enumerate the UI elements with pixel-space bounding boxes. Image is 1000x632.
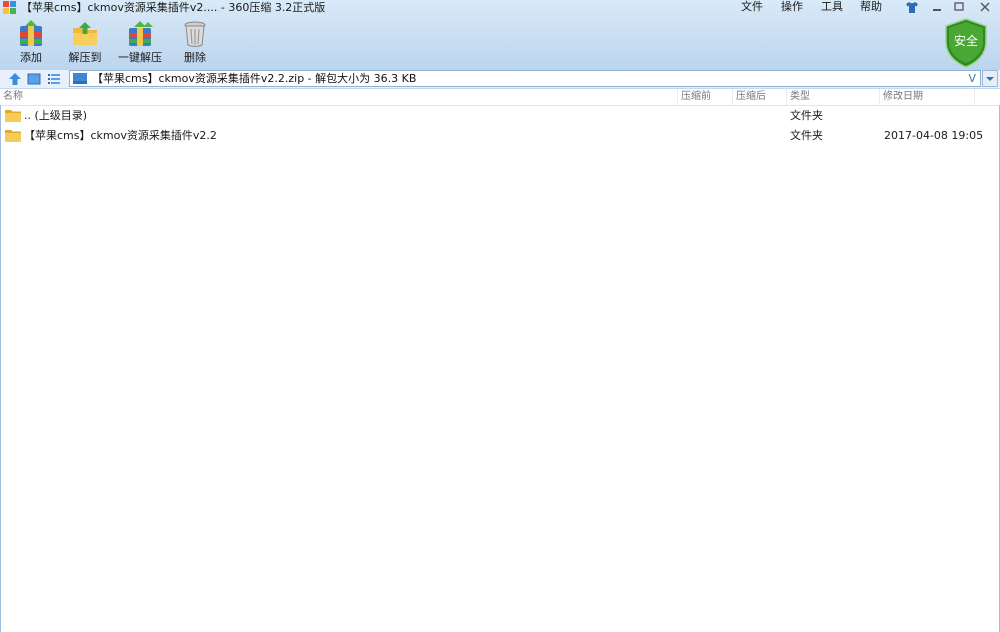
window-border-left: [0, 105, 1, 632]
title-bar: 【苹果cms】ckmov资源采集插件v2.... - 360压缩 3.2正式版 …: [0, 0, 1000, 16]
list-view-icon[interactable]: [46, 71, 62, 87]
archive-icon: [73, 73, 87, 84]
address-path: 【苹果cms】ckmov资源采集插件v2.2.zip - 解包大小为 36.3 …: [92, 72, 417, 85]
extract-to-button[interactable]: 解压到: [60, 20, 110, 68]
add-button[interactable]: 添加: [6, 20, 56, 68]
maximize-button[interactable]: [948, 0, 970, 14]
close-button[interactable]: [974, 0, 996, 14]
trash-icon: [184, 21, 206, 47]
file-row-parent[interactable]: .. (上级目录) 文件夹: [0, 106, 1000, 126]
column-compressed[interactable]: 压缩前: [677, 89, 732, 105]
menu-help[interactable]: 帮助: [860, 0, 882, 14]
header: 【苹果cms】ckmov资源采集插件v2.... - 360压缩 3.2正式版 …: [0, 0, 1000, 71]
column-type[interactable]: 类型: [786, 89, 879, 105]
security-badge[interactable]: 安全: [944, 18, 988, 68]
column-spacer: [974, 89, 1000, 105]
file-date: 2017-04-08 19:05: [884, 129, 984, 142]
file-type: 文件夹: [790, 129, 823, 142]
one-click-extract-button[interactable]: 一键解压: [115, 20, 165, 68]
folder-extract-icon: [73, 22, 97, 45]
file-type: 文件夹: [790, 109, 823, 122]
security-text: 安全: [953, 34, 978, 48]
add-label: 添加: [20, 51, 42, 64]
address-bar[interactable]: 【苹果cms】ckmov资源采集插件v2.2.zip - 解包大小为 36.3 …: [69, 70, 981, 87]
maximize-icon: [954, 2, 964, 11]
address-row: 【苹果cms】ckmov资源采集插件v2.2.zip - 解包大小为 36.3 …: [0, 70, 1000, 89]
close-icon: [980, 2, 990, 12]
up-arrow-icon[interactable]: [7, 71, 23, 87]
skin-button[interactable]: [901, 0, 923, 14]
menu-operate[interactable]: 操作: [781, 0, 803, 14]
chevron-down-icon: [986, 77, 994, 81]
column-name[interactable]: 名称: [0, 89, 677, 105]
thumbnail-view-icon[interactable]: [26, 71, 42, 87]
column-uncompressed[interactable]: 压缩后: [732, 89, 786, 105]
folder-icon: [5, 130, 21, 142]
app-window: 【苹果cms】ckmov资源采集插件v2.... - 360压缩 3.2正式版 …: [0, 0, 1000, 632]
file-row[interactable]: 【苹果cms】ckmov资源采集插件v2.2 文件夹 2017-04-08 19…: [0, 126, 1000, 146]
file-name: 【苹果cms】ckmov资源采集插件v2.2: [24, 129, 217, 142]
minimize-icon: [933, 9, 941, 11]
archive-extract-icon: [129, 21, 153, 46]
address-dropdown-button[interactable]: [982, 70, 998, 87]
window-title: 【苹果cms】ckmov资源采集插件v2.... - 360压缩 3.2正式版: [21, 1, 326, 14]
address-history-toggle[interactable]: V: [968, 71, 976, 86]
menu-file[interactable]: 文件: [741, 0, 763, 14]
extract-to-label: 解压到: [68, 51, 102, 64]
archive-add-icon: [20, 20, 42, 46]
column-modified[interactable]: 修改日期: [879, 89, 974, 105]
app-icon: [3, 1, 16, 14]
shirt-icon: [906, 1, 918, 13]
delete-label: 删除: [184, 51, 206, 64]
folder-icon: [5, 110, 21, 122]
file-name: .. (上级目录): [24, 109, 88, 122]
delete-button[interactable]: 删除: [170, 20, 220, 68]
one-click-extract-label: 一键解压: [118, 51, 162, 64]
minimize-button[interactable]: [926, 0, 948, 14]
menu-tools[interactable]: 工具: [821, 0, 843, 14]
column-header-row: 名称 压缩前 压缩后 类型 修改日期: [0, 89, 1000, 106]
